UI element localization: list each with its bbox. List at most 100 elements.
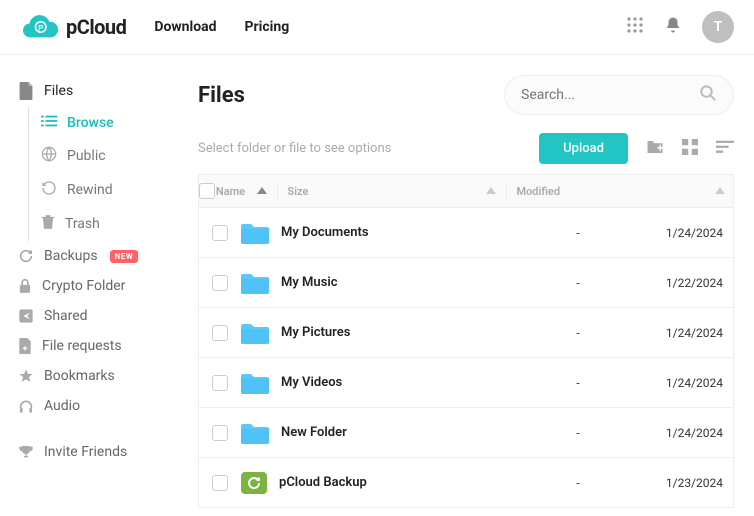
- col-name-header[interactable]: Name: [216, 185, 275, 198]
- row-name: My Documents: [281, 225, 369, 240]
- row-modified: 1/23/2024: [623, 476, 733, 490]
- main-panel: Files Select folder or file to see optio…: [180, 55, 754, 516]
- folder-icon: [241, 372, 269, 394]
- sidebar-backups-label: Backups: [44, 248, 98, 264]
- row-name: My Videos: [281, 375, 342, 390]
- sidebar-rewind-label: Rewind: [67, 182, 113, 198]
- folder-icon: [241, 322, 269, 344]
- row-name: My Music: [281, 275, 338, 290]
- table-row[interactable]: My Pictures-1/24/2024: [198, 308, 734, 358]
- sidebar-shared-label: Shared: [44, 308, 88, 324]
- sidebar-public-label: Public: [67, 148, 106, 164]
- row-checkbox[interactable]: [212, 275, 228, 291]
- row-size: -: [533, 276, 623, 290]
- sidebar-item-audio[interactable]: Audio: [14, 391, 174, 421]
- search-icon[interactable]: [699, 84, 717, 106]
- sidebar-item-trash[interactable]: Trash: [39, 207, 174, 241]
- sidebar-item-file-requests[interactable]: File requests: [14, 331, 174, 361]
- sidebar-bookmarks-label: Bookmarks: [44, 368, 115, 384]
- row-checkbox[interactable]: [212, 475, 228, 491]
- backup-icon: [18, 248, 34, 264]
- folder-icon: [241, 272, 269, 294]
- top-nav: Download Pricing: [154, 19, 289, 35]
- row-modified: 1/22/2024: [623, 276, 733, 290]
- sort-icon[interactable]: [716, 139, 734, 158]
- search-input[interactable]: [521, 87, 699, 103]
- table-row[interactable]: My Music -1/22/2024: [198, 258, 734, 308]
- upload-button[interactable]: Upload: [539, 133, 628, 164]
- page-title: Files: [198, 83, 245, 108]
- row-size: -: [533, 476, 623, 490]
- row-name: My Pictures: [281, 325, 350, 340]
- row-modified: 1/24/2024: [623, 326, 733, 340]
- brand-name: pCloud: [66, 15, 126, 39]
- file-icon: [18, 82, 34, 100]
- row-checkbox[interactable]: [212, 375, 228, 391]
- row-size: -: [533, 376, 623, 390]
- sidebar-files-label: Files: [44, 83, 73, 99]
- trash-icon: [41, 214, 55, 230]
- nav-download[interactable]: Download: [154, 19, 216, 35]
- sidebar-item-bookmarks[interactable]: Bookmarks: [14, 361, 174, 391]
- row-name: New Folder: [281, 425, 347, 440]
- app-grid-icon[interactable]: [626, 16, 644, 38]
- sidebar-file-requests-label: File requests: [42, 338, 122, 354]
- backup-folder-icon: [241, 472, 267, 494]
- sidebar-item-invite[interactable]: Invite Friends: [14, 437, 174, 467]
- table-row[interactable]: My Documents-1/24/2024: [198, 208, 734, 258]
- bell-icon[interactable]: [664, 16, 682, 38]
- sort-asc-icon: [715, 187, 725, 195]
- sidebar: Files Browse Public Rewind Trash Backups: [0, 55, 180, 516]
- sidebar-item-backups[interactable]: Backups NEW: [14, 241, 174, 271]
- table-row[interactable]: New Folder -1/24/2024: [198, 408, 734, 458]
- col-modified-header[interactable]: Modified: [508, 185, 733, 198]
- select-all-checkbox[interactable]: [199, 183, 215, 199]
- list-icon: [41, 114, 57, 128]
- trophy-icon: [18, 444, 34, 460]
- sidebar-invite-label: Invite Friends: [44, 444, 127, 460]
- toolbar-hint: Select folder or file to see options: [198, 141, 391, 156]
- search-box[interactable]: [504, 75, 734, 115]
- headphones-icon: [18, 398, 34, 414]
- row-size: -: [533, 426, 623, 440]
- sidebar-item-files[interactable]: Files: [14, 75, 174, 107]
- table-row[interactable]: My Videos -1/24/2024: [198, 358, 734, 408]
- sidebar-item-browse[interactable]: Browse: [39, 107, 174, 139]
- row-modified: 1/24/2024: [623, 376, 733, 390]
- logo[interactable]: P pCloud: [20, 13, 126, 41]
- new-folder-icon[interactable]: [646, 139, 664, 159]
- row-checkbox[interactable]: [212, 325, 228, 341]
- sort-asc-icon: [257, 185, 267, 198]
- row-modified: 1/24/2024: [623, 426, 733, 440]
- star-icon: [18, 368, 34, 384]
- sidebar-audio-label: Audio: [44, 398, 80, 414]
- row-size: -: [533, 226, 623, 240]
- sidebar-item-crypto[interactable]: Crypto Folder: [14, 271, 174, 301]
- lock-icon: [18, 278, 32, 294]
- row-checkbox[interactable]: [212, 225, 228, 241]
- file-list: My Documents-1/24/2024My Music-1/22/2024…: [198, 208, 734, 508]
- sidebar-item-public[interactable]: Public: [39, 139, 174, 173]
- folder-icon: [241, 422, 269, 444]
- pcloud-logo-icon: P: [20, 13, 58, 41]
- toolbar: Select folder or file to see options Upl…: [198, 133, 734, 164]
- backups-new-badge: NEW: [110, 250, 139, 263]
- row-checkbox[interactable]: [212, 425, 228, 441]
- svg-text:P: P: [38, 23, 43, 32]
- sort-asc-icon: [486, 187, 496, 195]
- sidebar-crypto-label: Crypto Folder: [42, 278, 125, 294]
- file-plus-icon: [18, 338, 32, 354]
- folder-icon: [241, 222, 269, 244]
- sidebar-browse-label: Browse: [67, 115, 114, 131]
- sidebar-trash-label: Trash: [65, 216, 100, 232]
- avatar[interactable]: T: [702, 11, 734, 43]
- col-size-header[interactable]: Size: [279, 185, 504, 198]
- nav-pricing[interactable]: Pricing: [245, 19, 290, 35]
- table-header: Name Size Modified: [198, 174, 734, 208]
- grid-view-icon[interactable]: [682, 139, 698, 159]
- sidebar-item-shared[interactable]: Shared: [14, 301, 174, 331]
- app-header: P pCloud Download Pricing T: [0, 0, 754, 55]
- row-name: pCloud Backup: [279, 475, 367, 490]
- sidebar-item-rewind[interactable]: Rewind: [39, 173, 174, 207]
- table-row[interactable]: pCloud Backup -1/23/2024: [198, 458, 734, 508]
